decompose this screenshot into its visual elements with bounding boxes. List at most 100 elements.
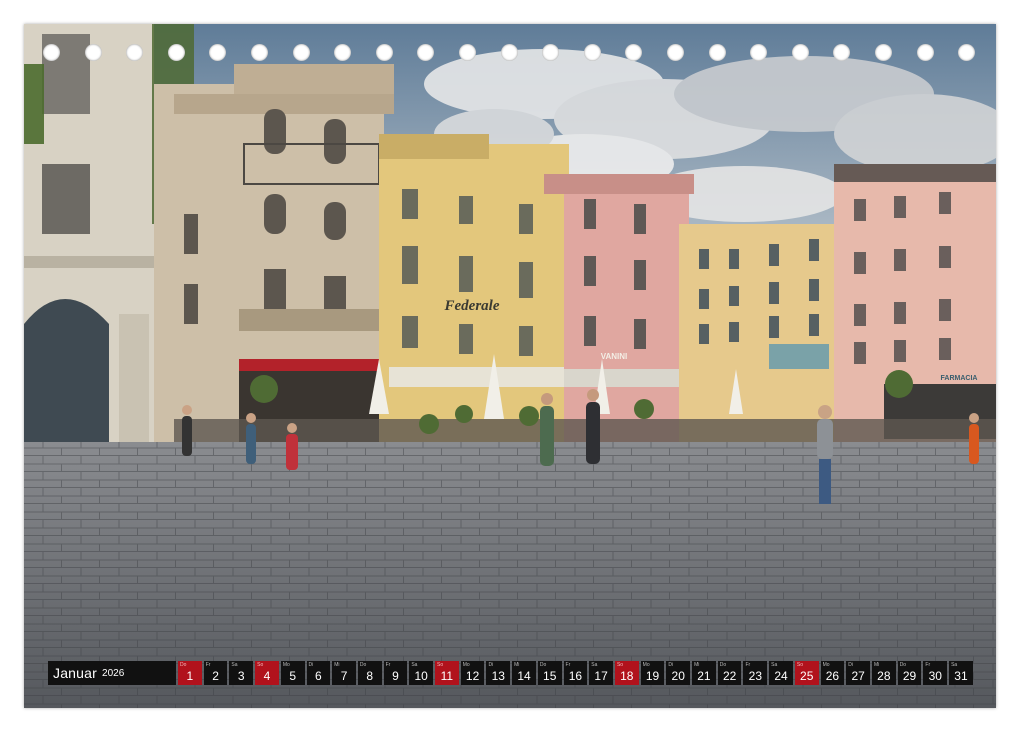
binding-hole <box>583 44 601 61</box>
day-number: 11 <box>440 669 454 683</box>
day-cell-27: Di 27 <box>846 661 870 685</box>
binding-hole <box>375 44 393 61</box>
binding-hole <box>84 44 102 61</box>
day-number: 19 <box>645 669 660 683</box>
weekday-label: Mi <box>334 662 340 668</box>
day-cell-5: Mo 5 <box>280 661 305 685</box>
day-cell-1: Do 1 <box>178 661 202 685</box>
day-number: 3 <box>237 669 245 683</box>
day-cell-16: Fr 16 <box>563 661 588 685</box>
day-number: 30 <box>928 669 942 683</box>
day-cell-19: Mo 19 <box>640 661 665 685</box>
day-number: 27 <box>851 669 865 683</box>
day-number: 13 <box>491 669 505 683</box>
binding-hole <box>417 44 435 61</box>
binding-hole <box>833 44 851 61</box>
day-cell-22: Do 22 <box>717 661 742 685</box>
binding-hole <box>542 44 560 61</box>
day-cell-3: Sa 3 <box>229 661 254 685</box>
weekday-label: So <box>437 662 444 668</box>
day-number: 1 <box>186 669 194 683</box>
weekday-label: Sa <box>411 662 418 668</box>
binding-hole <box>958 44 976 61</box>
weekday-label: Fr <box>925 662 931 668</box>
day-cell-13: Di 13 <box>486 661 511 685</box>
day-number: 10 <box>414 669 428 683</box>
weekday-label: Di <box>848 662 854 668</box>
day-number: 17 <box>594 669 608 683</box>
sign-federale: Federale <box>444 298 500 314</box>
weekday-label: Mi <box>514 662 520 668</box>
town-square-photo: Federale VANINI FARMACIA <box>24 24 996 708</box>
weekday-label: So <box>796 662 803 668</box>
day-cell-9: Fr 9 <box>383 661 408 685</box>
weekday-label: Mi <box>873 662 880 668</box>
day-cell-31: Sa 31 <box>949 661 973 685</box>
weekday-label: Sa <box>591 662 598 668</box>
day-cell-6: Di 6 <box>306 661 331 685</box>
day-cell-24: Sa 24 <box>769 661 793 685</box>
palazzo-beige <box>154 64 394 464</box>
weekday-label: Di <box>668 662 674 668</box>
weekday-label: Mo <box>462 662 470 668</box>
binding-hole <box>708 44 726 61</box>
day-number: 16 <box>568 669 583 683</box>
weekday-label: Mo <box>282 662 290 668</box>
weekday-label: Fr <box>565 662 571 668</box>
weekday-label: Do <box>899 662 907 668</box>
day-cell-4: So 4 <box>255 661 279 685</box>
day-cell-11: So 11 <box>435 661 459 685</box>
day-cell-20: Di 20 <box>666 661 691 685</box>
binding-hole <box>500 44 518 61</box>
day-number: 6 <box>315 669 322 683</box>
day-cell-30: Fr 30 <box>923 661 948 685</box>
day-cell-2: Fr 2 <box>203 661 228 685</box>
sign-vanini: VANINI <box>601 352 628 361</box>
binding-hole <box>667 44 684 61</box>
binding-hole <box>750 44 768 61</box>
weekday-label: Do <box>359 662 367 668</box>
binding-hole <box>334 44 352 61</box>
day-number: 15 <box>543 669 557 683</box>
day-number: 7 <box>340 669 348 683</box>
weekday-label: Do <box>180 662 187 668</box>
binding-hole <box>791 44 809 61</box>
day-number: 14 <box>517 669 531 683</box>
day-number: 2 <box>212 669 219 683</box>
day-cell-17: Sa 17 <box>589 661 613 685</box>
binding-hole <box>292 44 310 61</box>
day-number: 9 <box>392 669 399 683</box>
day-number: 24 <box>774 669 788 683</box>
weekday-label: Sa <box>951 662 958 668</box>
weekday-label: So <box>616 662 624 668</box>
weekday-label: Sa <box>771 662 778 668</box>
day-cell-10: Sa 10 <box>409 661 434 685</box>
weekday-label: Sa <box>231 662 238 668</box>
day-cell-23: Fr 23 <box>743 661 768 685</box>
weekday-label: Fr <box>385 662 391 668</box>
day-cell-12: Mo 12 <box>460 661 485 685</box>
weekday-label: Do <box>719 662 727 668</box>
sign-farmacia: FARMACIA <box>941 375 978 382</box>
day-cell-8: Do 8 <box>357 661 382 685</box>
day-number: 8 <box>366 669 374 683</box>
day-cell-26: Mo 26 <box>820 661 845 685</box>
weekday-label: Mi <box>694 662 700 668</box>
weekday-label: Mo <box>642 662 650 668</box>
day-number: 28 <box>877 669 891 683</box>
day-number: 4 <box>263 669 271 683</box>
binding-hole <box>459 44 476 61</box>
weekday-label: Fr <box>205 662 211 668</box>
day-number: 12 <box>465 669 480 683</box>
day-number: 5 <box>289 669 296 683</box>
calendar-strip: Januar 2026 Do 1 Fr 2 Sa 3 So 4 Mo 5 Di 6 Mi 7 Do 8 Fr 9 S… <box>48 661 973 685</box>
binding-hole <box>916 44 934 61</box>
month-name: Januar <box>53 665 98 681</box>
binding-hole <box>43 44 60 61</box>
weekday-label: Do <box>539 662 547 668</box>
day-cell-29: Do 29 <box>897 661 922 685</box>
weekday-label: So <box>257 662 264 668</box>
year-label: 2026 <box>102 667 125 679</box>
binding-hole <box>875 44 892 61</box>
day-number: 20 <box>671 669 685 683</box>
